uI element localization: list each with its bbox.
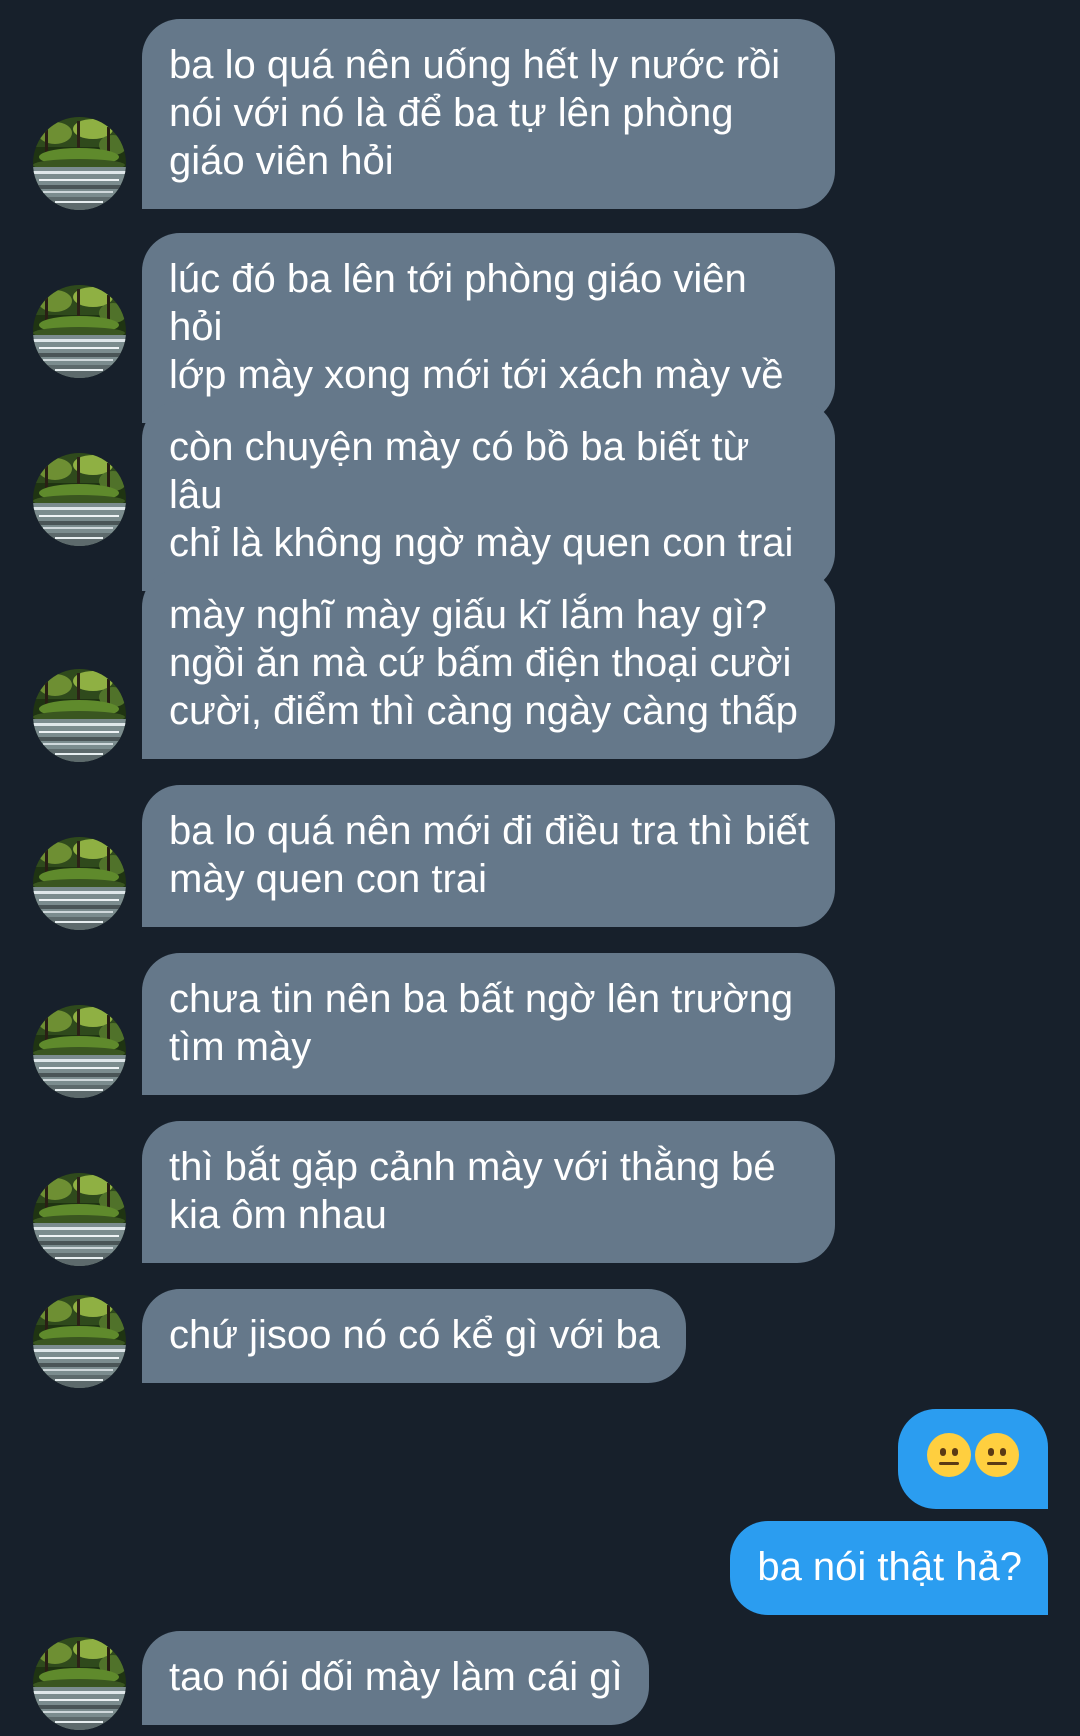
incoming-message-bubble[interactable]: tao nói dối mày làm cái gì [142, 1631, 649, 1725]
incoming-message-bubble[interactable]: ba lo quá nên mới đi điều tra thì biết m… [142, 785, 835, 927]
neutral-face-emoji-icon [927, 1433, 971, 1477]
contact-avatar[interactable] [33, 117, 126, 210]
contact-avatar[interactable] [33, 453, 126, 546]
contact-avatar[interactable] [33, 1295, 126, 1388]
chat-thread: ba lo quá nên uống hết ly nước rồi nói v… [0, 0, 1080, 1736]
contact-avatar[interactable] [33, 1005, 126, 1098]
forest-stream-avatar-icon [33, 1295, 126, 1388]
forest-stream-avatar-icon [33, 285, 126, 378]
incoming-message-bubble[interactable]: ba lo quá nên uống hết ly nước rồi nói v… [142, 19, 835, 209]
forest-stream-avatar-icon [33, 1005, 126, 1098]
contact-avatar[interactable] [33, 837, 126, 930]
incoming-message-bubble[interactable]: còn chuyện mày có bồ ba biết từ lâu chỉ … [142, 401, 835, 591]
contact-avatar[interactable] [33, 669, 126, 762]
contact-avatar[interactable] [33, 285, 126, 378]
forest-stream-avatar-icon [33, 117, 126, 210]
outgoing-message-bubble[interactable]: ba nói thật hả? [730, 1521, 1048, 1615]
forest-stream-avatar-icon [33, 1173, 126, 1266]
outgoing-emoji-bubble[interactable] [898, 1409, 1048, 1509]
neutral-face-emoji-icon [975, 1433, 1019, 1477]
incoming-message-bubble[interactable]: lúc đó ba lên tới phòng giáo viên hỏi lớ… [142, 233, 835, 423]
contact-avatar[interactable] [33, 1173, 126, 1266]
forest-stream-avatar-icon [33, 837, 126, 930]
forest-stream-avatar-icon [33, 669, 126, 762]
forest-stream-avatar-icon [33, 453, 126, 546]
contact-avatar[interactable] [33, 1637, 126, 1730]
incoming-message-bubble[interactable]: chứ jisoo nó có kể gì với ba [142, 1289, 687, 1383]
incoming-message-bubble[interactable]: thì bắt gặp cảnh mày với thằng bé kia ôm… [142, 1121, 835, 1263]
incoming-message-bubble[interactable]: chưa tin nên ba bất ngờ lên trường tìm m… [142, 953, 835, 1095]
forest-stream-avatar-icon [33, 1637, 126, 1730]
incoming-message-bubble[interactable]: mày nghĩ mày giấu kĩ lắm hay gì? ngồi ăn… [142, 569, 835, 759]
